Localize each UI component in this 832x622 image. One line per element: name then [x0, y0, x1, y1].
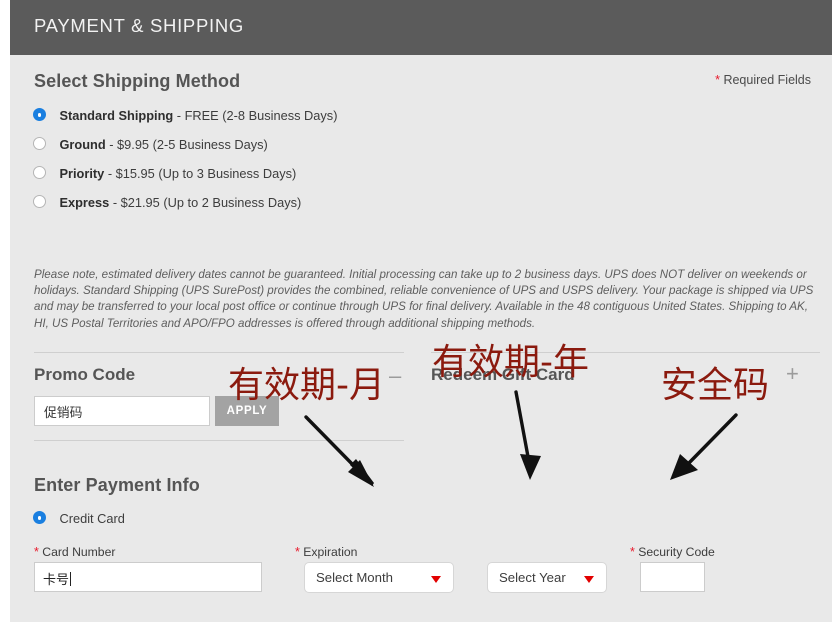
shipping-option-detail: - $21.95 (Up to 2 Business Days)	[109, 195, 302, 211]
shipping-option-label: Ground - $9.95 (2-5 Business Days)	[59, 137, 267, 152]
shipping-option-ground[interactable]: Ground - $9.95 (2-5 Business Days)	[33, 136, 268, 158]
gift-card-expand-plus-icon[interactable]: +	[786, 363, 799, 385]
shipping-option-detail: - $9.95 (2-5 Business Days)	[105, 137, 268, 153]
radio-icon[interactable]	[33, 166, 46, 180]
annotation-expiration-month: 有效期-月	[228, 365, 385, 406]
radio-icon[interactable]	[33, 195, 46, 209]
expiration-year-select[interactable]: Select Year	[487, 562, 607, 593]
radio-icon[interactable]	[33, 511, 46, 525]
promo-divider	[34, 352, 404, 353]
annotation-security-code: 安全码	[661, 365, 770, 406]
shipping-option-detail: - $15.95 (Up to 3 Business Days)	[104, 166, 297, 182]
annotation-expiration-year: 有效期-年	[432, 342, 589, 383]
shipping-option-name: Standard Shipping	[59, 108, 174, 124]
promo-code-title: Promo Code	[34, 365, 136, 384]
shipping-option-name: Express	[59, 195, 110, 211]
expiration-month-value: Select Month	[316, 570, 393, 585]
security-code-input[interactable]	[640, 562, 705, 592]
payment-method-label: Credit Card	[59, 511, 125, 527]
expiration-label: * Expiration	[295, 545, 357, 559]
payment-method-credit-card[interactable]: Credit Card	[33, 510, 125, 528]
shipping-option-express[interactable]: Express - $21.95 (Up to 2 Business Days)	[33, 194, 301, 216]
shipping-option-label: Priority - $15.95 (Up to 3 Business Days…	[59, 166, 296, 181]
required-fields-label: Required Fields	[719, 73, 811, 87]
chevron-down-icon[interactable]	[431, 576, 441, 583]
promo-collapse-minus-icon[interactable]: –	[389, 365, 401, 387]
shipping-option-label: Express - $21.95 (Up to 2 Business Days)	[59, 195, 301, 210]
shipping-section-title: Select Shipping Method	[34, 71, 241, 91]
page-title: PAYMENT & SHIPPING	[34, 15, 244, 36]
required-fields-note: * Required Fields	[715, 73, 811, 87]
promo-code-input[interactable]	[34, 396, 210, 426]
card-number-value: 卡号	[43, 572, 72, 587]
card-number-label: * Card Number	[34, 545, 115, 559]
shipping-disclaimer: Please note, estimated delivery dates ca…	[34, 268, 814, 330]
payment-section-title: Enter Payment Info	[34, 475, 200, 495]
radio-icon[interactable]	[33, 108, 46, 122]
radio-icon[interactable]	[33, 137, 46, 151]
expiration-label-text: Expiration	[299, 545, 358, 559]
chevron-down-icon[interactable]	[584, 576, 594, 583]
shipping-option-priority[interactable]: Priority - $15.95 (Up to 3 Business Days…	[33, 165, 296, 187]
shipping-option-name: Ground	[59, 137, 106, 153]
page-header: PAYMENT & SHIPPING	[10, 0, 832, 55]
text-cursor	[70, 572, 72, 586]
payment-shipping-page: PAYMENT & SHIPPING Select Shipping Metho…	[0, 0, 832, 622]
promo-bottom-divider	[34, 440, 404, 441]
expiration-month-select[interactable]: Select Month	[304, 562, 454, 593]
expiration-year-value: Select Year	[499, 570, 566, 585]
shipping-option-label: Standard Shipping - FREE (2-8 Business D…	[59, 108, 337, 123]
shipping-option-name: Priority	[59, 166, 105, 182]
card-number-label-text: Card Number	[38, 545, 116, 559]
main-panel: Select Shipping Method * Required Fields…	[10, 55, 832, 622]
shipping-option-standard[interactable]: Standard Shipping - FREE (2-8 Business D…	[33, 107, 337, 129]
security-code-label: * Security Code	[630, 545, 715, 559]
shipping-option-detail: - FREE (2-8 Business Days)	[173, 108, 338, 124]
security-code-label-text: Security Code	[634, 545, 715, 559]
